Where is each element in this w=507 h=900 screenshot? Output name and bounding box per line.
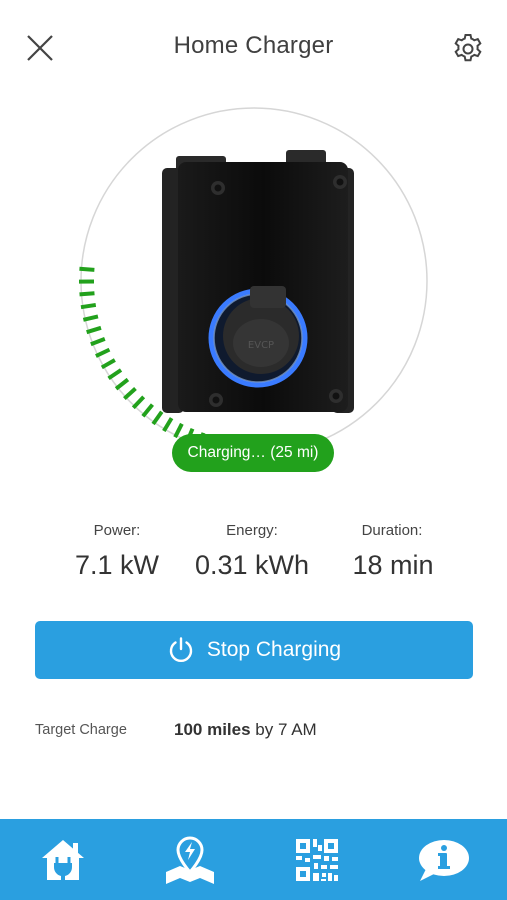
power-icon	[169, 637, 193, 663]
progress-tick	[107, 368, 123, 381]
nav-home[interactable]	[0, 819, 127, 900]
gear-icon	[454, 34, 482, 62]
progress-tick	[90, 336, 106, 347]
bottom-nav	[0, 819, 507, 900]
progress-tick	[123, 386, 137, 401]
target-time: by 7 AM	[255, 720, 317, 739]
target-charge-value[interactable]: 100 miles by 7 AM	[174, 720, 317, 740]
qr-code-icon	[295, 838, 338, 881]
progress-tick	[131, 395, 146, 410]
progress-tick	[82, 314, 99, 322]
energy-value: 0.31 kWh	[194, 550, 310, 580]
duration-label: Duration:	[361, 522, 423, 539]
progress-tick	[79, 266, 95, 272]
progress-tick	[79, 291, 95, 297]
home-plug-icon	[42, 839, 85, 880]
progress-tick	[162, 417, 174, 433]
progress-tick	[100, 358, 116, 370]
progress-tick	[80, 302, 97, 310]
energy-label: Energy:	[226, 522, 278, 539]
map-pin-icon	[166, 835, 215, 884]
header: Home Charger	[0, 0, 507, 96]
nav-scan[interactable]	[254, 819, 381, 900]
progress-tick	[86, 325, 102, 335]
charging-status-badge: Charging… (25 mi)	[172, 434, 334, 472]
target-charge-label: Target Charge	[35, 722, 127, 738]
nav-info[interactable]	[380, 819, 507, 900]
stop-charging-button[interactable]: Stop Charging	[35, 621, 473, 679]
target-amount: 100 miles	[174, 720, 251, 739]
nav-map[interactable]	[127, 819, 254, 900]
progress-tick	[173, 422, 184, 439]
page-title: Home Charger	[173, 32, 334, 59]
progress-tick	[95, 347, 111, 358]
charger-image: EVCP	[162, 150, 354, 413]
duration-value: 18 min	[352, 550, 434, 580]
progress-tick	[141, 403, 154, 418]
svg-text:EVCP: EVCP	[248, 340, 274, 351]
settings-button[interactable]	[450, 31, 486, 67]
stop-charging-label: Stop Charging	[206, 638, 342, 661]
progress-tick	[114, 377, 130, 391]
info-chat-icon	[418, 839, 469, 881]
power-label: Power:	[93, 522, 141, 539]
